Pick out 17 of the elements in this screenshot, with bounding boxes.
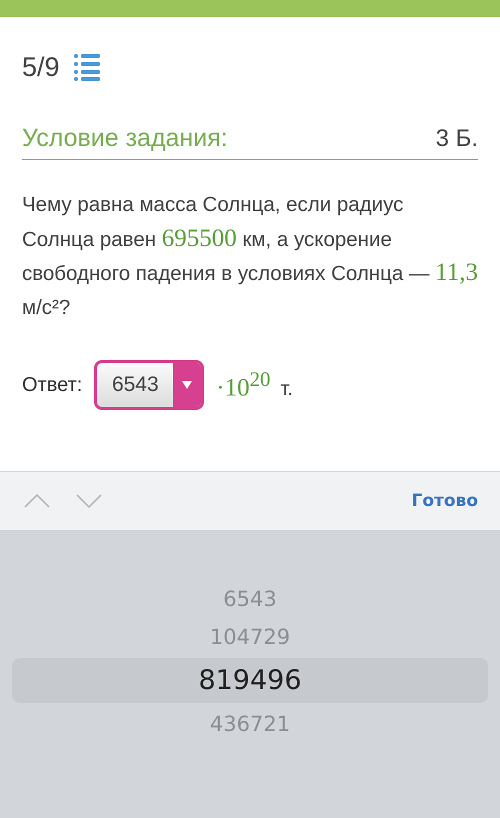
unit-label: т. [280,378,293,400]
list-icon[interactable] [74,53,100,81]
question-counter: 5/9 [22,52,60,82]
question-text: Чему равна масса Солнца, если радиус Солнца равен 695500 км, а ускорение свободного падения в условиях Солнца — 11,3 м/с²? [22,192,478,320]
picker-option[interactable]: 104729 [210,618,290,656]
chevron-down-icon[interactable] [76,494,102,508]
picker-option[interactable]: 819496 [12,658,488,703]
chevron-up-icon[interactable] [24,494,50,508]
done-button[interactable]: Готово [412,487,478,515]
multiplier-text: ·10$^{20}$ [216,367,270,403]
answer-dropdown[interactable]: 6543 [94,360,204,410]
points-label: 3 Б. [436,125,478,153]
picker-option[interactable]: 436721 [210,705,290,743]
picker-option[interactable]: 6543 [223,580,277,618]
task-heading: Условие задания: [22,124,228,153]
dropdown-caret-icon [182,381,192,389]
answer-label: Ответ: [22,374,82,396]
